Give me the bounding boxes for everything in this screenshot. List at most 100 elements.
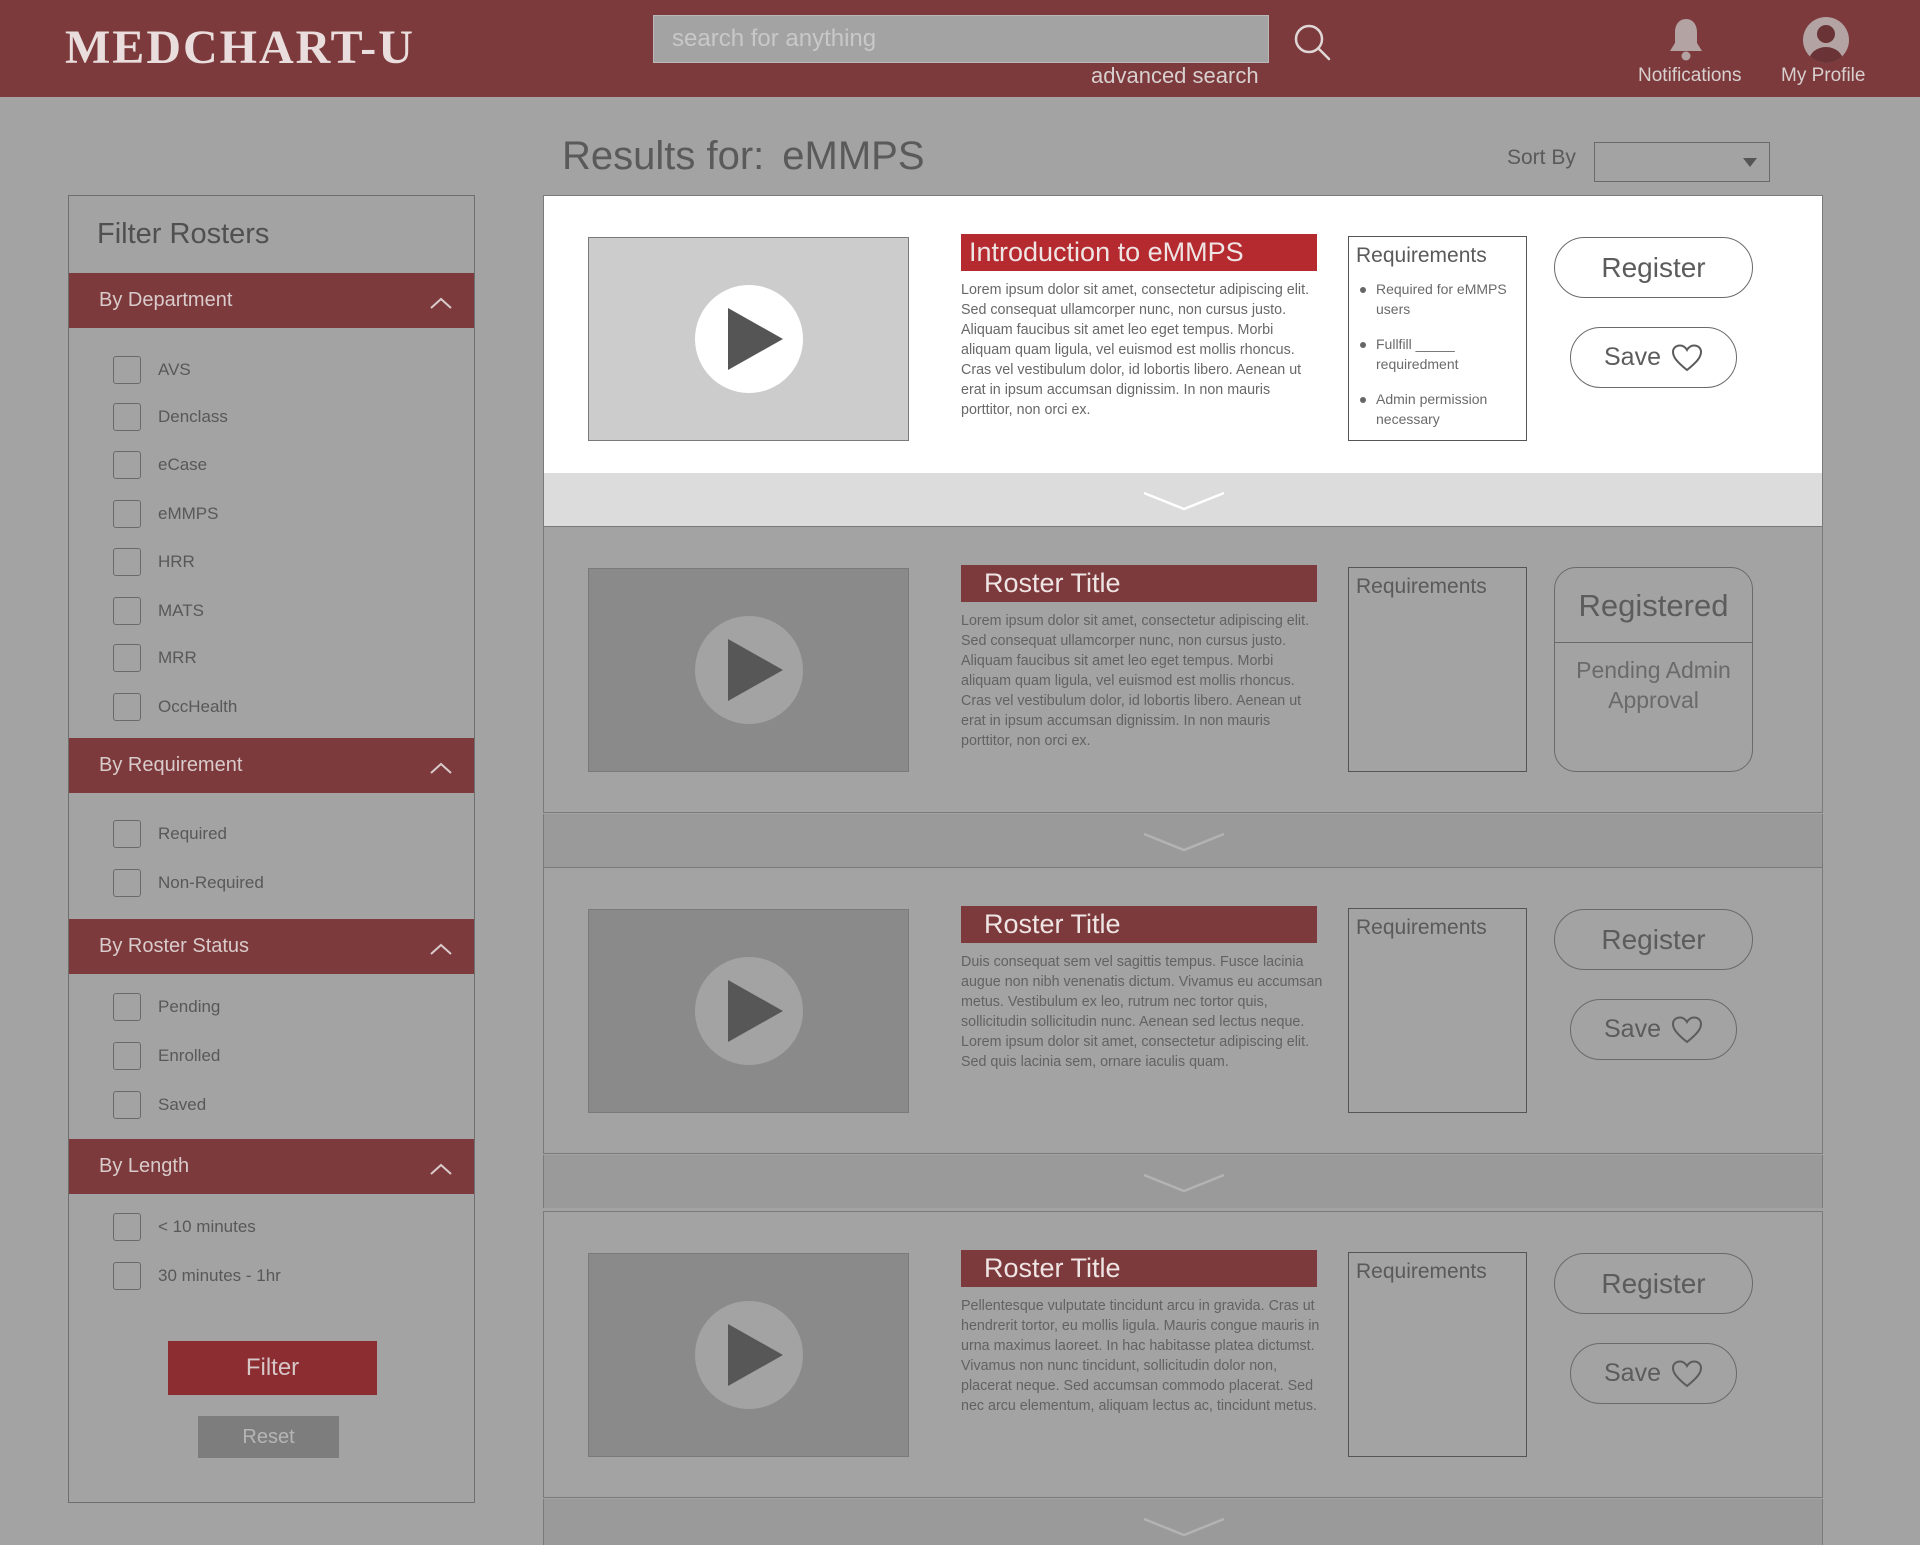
section-title: By Requirement	[99, 754, 243, 776]
option-label: AVS	[158, 360, 191, 379]
checkbox[interactable]	[113, 451, 141, 479]
roster-description: Lorem ipsum dolor sit amet, consectetur …	[961, 613, 1310, 749]
search-icon[interactable]	[1292, 22, 1332, 62]
requirements-title: Requirements	[1356, 916, 1487, 939]
filter-option-enrolled[interactable]: Enrolled	[113, 1042, 220, 1070]
filter-option-pending[interactable]: Pending	[113, 993, 220, 1021]
chevron-up-icon[interactable]	[430, 943, 452, 955]
requirements-title: Requirements	[1356, 575, 1487, 598]
chevron-up-icon[interactable]	[430, 297, 452, 309]
requirement-item: Required for eMMPS users	[1357, 279, 1522, 319]
checkbox[interactable]	[113, 1042, 141, 1070]
checkbox[interactable]	[113, 597, 141, 625]
section-header-roster-status[interactable]: By Roster Status	[69, 919, 474, 974]
play-icon[interactable]	[695, 616, 803, 724]
option-label: Saved	[158, 1095, 207, 1114]
filter-option-hrr[interactable]: HRR	[113, 548, 195, 576]
roster-title[interactable]: Roster Title	[961, 906, 1317, 943]
checkbox[interactable]	[113, 820, 141, 848]
expand-toggle[interactable]	[543, 1499, 1823, 1545]
filter-option-saved[interactable]: Saved	[113, 1091, 206, 1119]
advanced-search-link[interactable]: advanced search	[1091, 63, 1259, 89]
roster-title[interactable]: Roster Title	[961, 565, 1317, 602]
requirements-box: Requirements	[1348, 1252, 1527, 1457]
option-label: < 10 minutes	[158, 1217, 256, 1236]
checkbox[interactable]	[113, 869, 141, 897]
section-title: By Roster Status	[99, 935, 250, 957]
caret-down-icon	[1743, 158, 1757, 167]
checkbox[interactable]	[113, 644, 141, 672]
filter-option-ecase[interactable]: eCase	[113, 451, 207, 479]
sort-by-label: Sort By	[1507, 146, 1576, 169]
checkbox[interactable]	[113, 356, 141, 384]
register-button[interactable]: Register	[1554, 1253, 1753, 1314]
option-label: Non-Required	[158, 873, 264, 892]
filter-option-occhealth[interactable]: OccHealth	[113, 693, 237, 721]
option-label: HRR	[158, 552, 195, 571]
sort-by-select[interactable]	[1594, 142, 1770, 182]
play-icon[interactable]	[695, 285, 803, 393]
register-button[interactable]: Register	[1554, 909, 1753, 970]
section-header-length[interactable]: By Length	[69, 1139, 474, 1194]
filter-option-30min-1hr[interactable]: 30 minutes - 1hr	[113, 1262, 281, 1290]
video-thumbnail[interactable]	[588, 1253, 909, 1457]
play-icon[interactable]	[695, 1301, 803, 1409]
checkbox[interactable]	[113, 693, 141, 721]
checkbox[interactable]	[113, 1091, 141, 1119]
option-label: MATS	[158, 601, 204, 620]
video-thumbnail[interactable]	[588, 237, 909, 441]
bell-icon[interactable]	[1666, 17, 1706, 61]
checkbox[interactable]	[113, 1213, 141, 1241]
chevron-up-icon[interactable]	[430, 762, 452, 774]
checkbox[interactable]	[113, 1262, 141, 1290]
section-header-requirement[interactable]: By Requirement	[69, 738, 474, 793]
save-button[interactable]: Save	[1570, 1343, 1737, 1404]
my-profile-label[interactable]: My Profile	[1781, 65, 1865, 87]
top-header: MEDCHART-U advanced search Notifications…	[0, 0, 1920, 97]
filter-option-required[interactable]: Required	[113, 820, 227, 848]
option-label: OccHealth	[158, 697, 238, 716]
filter-option-emmps[interactable]: eMMPS	[113, 500, 218, 528]
requirements-box: Requirements	[1348, 567, 1527, 772]
chevron-down-icon[interactable]	[1142, 1516, 1226, 1538]
video-thumbnail[interactable]	[588, 909, 909, 1113]
option-label: Enrolled	[158, 1046, 221, 1065]
reset-button[interactable]: Reset	[198, 1416, 339, 1458]
filter-option-under-10-min[interactable]: < 10 minutes	[113, 1213, 256, 1241]
requirement-item: Admin permission necessary	[1357, 389, 1522, 429]
expand-toggle[interactable]	[543, 1155, 1823, 1208]
expand-toggle[interactable]	[543, 473, 1823, 526]
chevron-down-icon[interactable]	[1142, 1172, 1226, 1194]
search-input[interactable]	[653, 15, 1269, 63]
play-icon[interactable]	[695, 957, 803, 1065]
app-logo[interactable]: MEDCHART-U	[65, 20, 415, 75]
checkbox[interactable]	[113, 500, 141, 528]
save-button[interactable]: Save	[1570, 999, 1737, 1060]
roster-description: Lorem ipsum dolor sit amet, consectetur …	[961, 282, 1310, 418]
filter-option-denclass[interactable]: Denclass	[113, 403, 228, 431]
checkbox[interactable]	[113, 993, 141, 1021]
results-prefix: Results for:	[562, 134, 765, 178]
roster-card: Roster Title Lorem ipsum dolor sit amet,…	[543, 526, 1823, 813]
filter-option-mrr[interactable]: MRR	[113, 644, 197, 672]
filter-option-mats[interactable]: MATS	[113, 597, 204, 625]
register-button[interactable]: Register	[1554, 237, 1753, 298]
results-title: Results for: eMMPS	[562, 134, 925, 179]
chevron-up-icon[interactable]	[430, 1163, 452, 1175]
roster-title[interactable]: Introduction to eMMPS	[961, 234, 1317, 271]
checkbox[interactable]	[113, 548, 141, 576]
save-button[interactable]: Save	[1570, 327, 1737, 388]
expand-toggle[interactable]	[543, 814, 1823, 867]
filter-option-avs[interactable]: AVS	[113, 356, 191, 384]
checkbox[interactable]	[113, 403, 141, 431]
chevron-down-icon[interactable]	[1142, 490, 1226, 512]
section-header-department[interactable]: By Department	[69, 273, 474, 328]
avatar-icon[interactable]	[1803, 17, 1849, 63]
video-thumbnail[interactable]	[588, 568, 909, 772]
roster-title[interactable]: Roster Title	[961, 1250, 1317, 1287]
requirements-list: Required for eMMPS users Fullfill _____ …	[1357, 279, 1522, 444]
notifications-label[interactable]: Notifications	[1638, 65, 1742, 87]
filter-option-non-required[interactable]: Non-Required	[113, 869, 264, 897]
filter-button[interactable]: Filter	[168, 1341, 377, 1395]
chevron-down-icon[interactable]	[1142, 831, 1226, 853]
